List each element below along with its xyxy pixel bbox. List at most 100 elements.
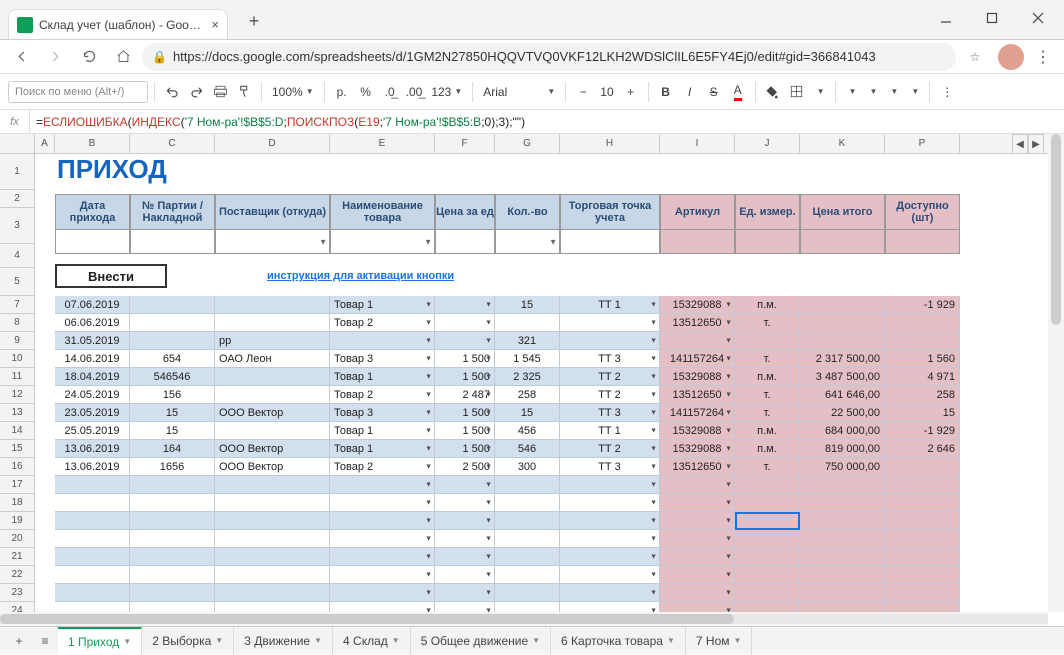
data-cell[interactable]: Товар 1▼: [330, 440, 435, 458]
data-cell[interactable]: 4 971: [885, 368, 960, 386]
col-header-P[interactable]: P: [885, 134, 960, 153]
col-nav-left[interactable]: ◀: [1012, 134, 1028, 154]
sheet-tab[interactable]: 5 Общее движение▼: [411, 627, 551, 655]
instruction-link[interactable]: инструкция для активации кнопки: [267, 270, 454, 282]
data-cell[interactable]: [215, 494, 330, 512]
data-cell[interactable]: 2 500▼: [435, 458, 495, 476]
data-cell[interactable]: 684 000,00: [800, 422, 885, 440]
data-cell[interactable]: [215, 530, 330, 548]
col-header-D[interactable]: D: [215, 134, 330, 153]
undo-button[interactable]: [161, 79, 183, 105]
data-cell[interactable]: [735, 548, 800, 566]
data-cell[interactable]: ▼: [330, 512, 435, 530]
input-cell[interactable]: ▼: [330, 230, 435, 254]
data-cell[interactable]: ▼: [435, 494, 495, 512]
data-cell[interactable]: 750 000,00: [800, 458, 885, 476]
text-color[interactable]: A: [727, 79, 749, 105]
window-minimize[interactable]: [924, 4, 968, 32]
sheet-tab[interactable]: 2 Выборка▼: [142, 627, 234, 655]
data-cell[interactable]: 13512650▼: [660, 458, 735, 476]
data-cell[interactable]: ▼: [330, 530, 435, 548]
col-header-K[interactable]: K: [800, 134, 885, 153]
data-cell[interactable]: ▼: [330, 584, 435, 602]
data-cell[interactable]: Товар 2▼: [330, 386, 435, 404]
data-cell[interactable]: [495, 530, 560, 548]
data-cell[interactable]: 2 487▼: [435, 386, 495, 404]
column-scroll-nav[interactable]: ◀ ▶: [1012, 134, 1044, 154]
data-cell[interactable]: [495, 512, 560, 530]
row-header-14[interactable]: 14: [0, 422, 34, 440]
data-cell[interactable]: [735, 332, 800, 350]
data-cell[interactable]: [130, 296, 215, 314]
row-header-1[interactable]: 1: [0, 154, 34, 190]
sheet-tab[interactable]: 1 Приход▼: [58, 627, 142, 655]
row-header-17[interactable]: 17: [0, 476, 34, 494]
row-header-16[interactable]: 16: [0, 458, 34, 476]
data-cell[interactable]: [885, 584, 960, 602]
nav-home[interactable]: [108, 42, 138, 72]
data-cell[interactable]: рр: [215, 332, 330, 350]
print-button[interactable]: [209, 79, 231, 105]
data-cell[interactable]: [495, 584, 560, 602]
browser-menu[interactable]: ⋮: [1028, 47, 1058, 67]
data-cell[interactable]: 15: [130, 422, 215, 440]
data-cell[interactable]: ▼: [560, 494, 660, 512]
data-cell[interactable]: ТТ 3▼: [560, 404, 660, 422]
nav-reload[interactable]: [74, 42, 104, 72]
data-cell[interactable]: [885, 458, 960, 476]
data-cell[interactable]: Товар 2▼: [330, 314, 435, 332]
row-header-10[interactable]: 10: [0, 350, 34, 368]
data-cell[interactable]: т.: [735, 386, 800, 404]
data-cell[interactable]: [800, 494, 885, 512]
data-cell[interactable]: [800, 584, 885, 602]
data-cell[interactable]: 1 500▼: [435, 422, 495, 440]
col-header-B[interactable]: B: [55, 134, 130, 153]
data-cell[interactable]: [800, 332, 885, 350]
data-cell[interactable]: [55, 548, 130, 566]
row-header-18[interactable]: 18: [0, 494, 34, 512]
font-size[interactable]: 10: [596, 79, 617, 105]
bold-button[interactable]: B: [655, 79, 677, 105]
data-cell[interactable]: Товар 3▼: [330, 404, 435, 422]
font-size-plus[interactable]: +: [620, 79, 642, 105]
data-cell[interactable]: [800, 512, 885, 530]
data-cell[interactable]: [215, 422, 330, 440]
data-cell[interactable]: ▼: [560, 512, 660, 530]
data-cell[interactable]: [130, 566, 215, 584]
data-cell[interactable]: ▼: [435, 530, 495, 548]
data-cell[interactable]: [495, 548, 560, 566]
data-cell[interactable]: ТТ 1▼: [560, 422, 660, 440]
format-more[interactable]: 123▼: [427, 79, 466, 105]
data-cell[interactable]: ▼: [330, 548, 435, 566]
row-header-20[interactable]: 20: [0, 530, 34, 548]
data-cell[interactable]: [885, 494, 960, 512]
window-close[interactable]: [1016, 4, 1060, 32]
data-cell[interactable]: 25.05.2019: [55, 422, 130, 440]
data-cell[interactable]: [130, 512, 215, 530]
data-cell[interactable]: п.м.: [735, 296, 800, 314]
data-cell[interactable]: 1 500▼: [435, 368, 495, 386]
data-cell[interactable]: [55, 566, 130, 584]
data-cell[interactable]: 1 500▼: [435, 350, 495, 368]
formula-input[interactable]: =ЕСЛИОШИБКА(ИНДЕКС('7 Ном-ра'!$B$5:D;ПОИ…: [30, 115, 1064, 129]
row-header-22[interactable]: 22: [0, 566, 34, 584]
data-cell[interactable]: [215, 548, 330, 566]
row-header-5[interactable]: 5: [0, 268, 34, 296]
data-cell[interactable]: 641 646,00: [800, 386, 885, 404]
data-cell[interactable]: 546546: [130, 368, 215, 386]
data-cell[interactable]: ТТ 1▼: [560, 296, 660, 314]
data-cell[interactable]: 258: [495, 386, 560, 404]
data-cell[interactable]: 300: [495, 458, 560, 476]
profile-avatar[interactable]: [998, 44, 1024, 70]
data-cell[interactable]: [215, 368, 330, 386]
data-cell[interactable]: 13.06.2019: [55, 440, 130, 458]
data-cell[interactable]: 15329088▼: [660, 296, 735, 314]
data-cell[interactable]: ▼: [435, 296, 495, 314]
v-align[interactable]: ▼: [862, 79, 881, 105]
data-cell[interactable]: -1 929: [885, 296, 960, 314]
col-header-C[interactable]: C: [130, 134, 215, 153]
data-cell[interactable]: ▼: [560, 584, 660, 602]
sheet-tab[interactable]: 4 Склад▼: [333, 627, 411, 655]
data-cell[interactable]: ▼: [435, 314, 495, 332]
row-header-8[interactable]: 8: [0, 314, 34, 332]
